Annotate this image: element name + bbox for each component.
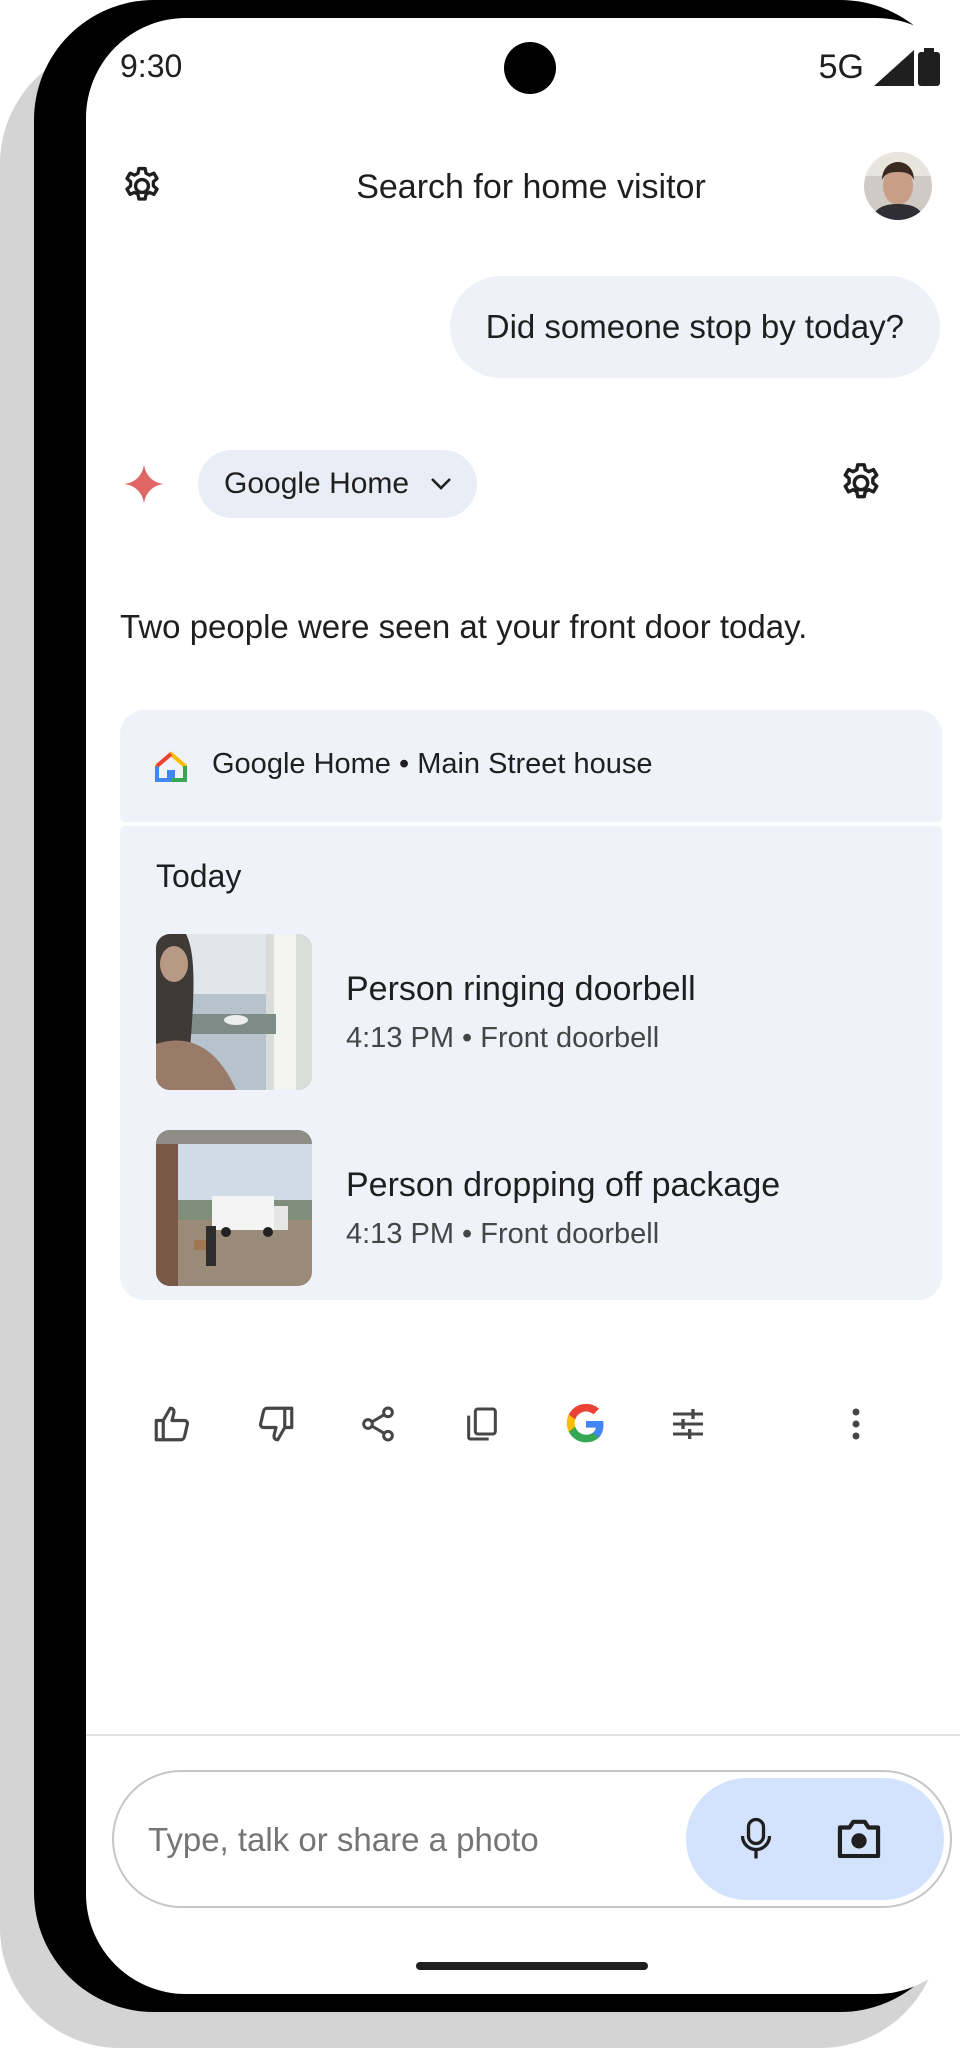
card-header-label: Google Home • Main Street house (212, 748, 653, 780)
event-item[interactable]: Person ringing doorbell 4:13 PM • Front … (156, 934, 916, 1090)
screen: 9:30 5G Search for home visitor Did some… (86, 18, 960, 1994)
event-thumbnail (156, 934, 312, 1090)
top-bar: Search for home visitor (86, 128, 960, 238)
event-item[interactable]: Person dropping off package 4:13 PM • Fr… (156, 1130, 916, 1286)
events-card: Today Person ringing doorbell 4:13 PM • … (120, 826, 942, 1300)
more-vert-icon[interactable] (826, 1394, 886, 1454)
event-title: Person dropping off package (346, 1166, 781, 1204)
front-camera (504, 42, 556, 94)
avatar[interactable] (864, 152, 932, 220)
copy-icon[interactable] (452, 1394, 512, 1454)
prompt-input-bar (112, 1770, 952, 1908)
card-header[interactable]: Google Home • Main Street house (120, 710, 942, 822)
response-actions (86, 1384, 960, 1464)
event-subtitle: 4:13 PM • Front doorbell (346, 1218, 660, 1250)
gesture-handle[interactable] (416, 1962, 648, 1970)
microphone-icon[interactable] (738, 1816, 774, 1862)
thumbs-up-icon[interactable] (142, 1394, 202, 1454)
assistant-answer: Two people were seen at your front door … (120, 608, 808, 645)
extension-settings-icon[interactable] (838, 460, 884, 506)
section-title: Today (156, 858, 242, 894)
google-g-icon[interactable] (556, 1394, 616, 1454)
source-chip-label: Google Home (224, 467, 410, 500)
thumbs-down-icon[interactable] (246, 1394, 306, 1454)
signal-icon (874, 50, 914, 86)
tune-icon[interactable] (658, 1394, 718, 1454)
google-home-icon (155, 751, 187, 782)
page-title: Search for home visitor (356, 168, 706, 206)
prompt-input[interactable] (146, 1820, 630, 1860)
status-bar: 9:30 5G (86, 18, 960, 118)
event-thumbnail (156, 1130, 312, 1286)
source-chip[interactable]: Google Home (198, 450, 478, 518)
input-divider (86, 1734, 960, 1736)
user-message-bubble: Did someone stop by today? (449, 276, 940, 378)
event-subtitle: 4:13 PM • Front doorbell (346, 1022, 660, 1054)
chevron-down-icon (431, 478, 452, 490)
network-label: 5G (818, 48, 864, 86)
share-icon[interactable] (348, 1394, 408, 1454)
status-time: 9:30 (120, 48, 183, 84)
battery-icon (918, 48, 940, 86)
input-actions-pill (686, 1778, 944, 1900)
gemini-spark-icon (124, 464, 164, 504)
phone-frame: 9:30 5G Search for home visitor Did some… (34, 0, 960, 2012)
event-title: Person ringing doorbell (346, 970, 696, 1008)
camera-icon[interactable] (836, 1818, 882, 1858)
